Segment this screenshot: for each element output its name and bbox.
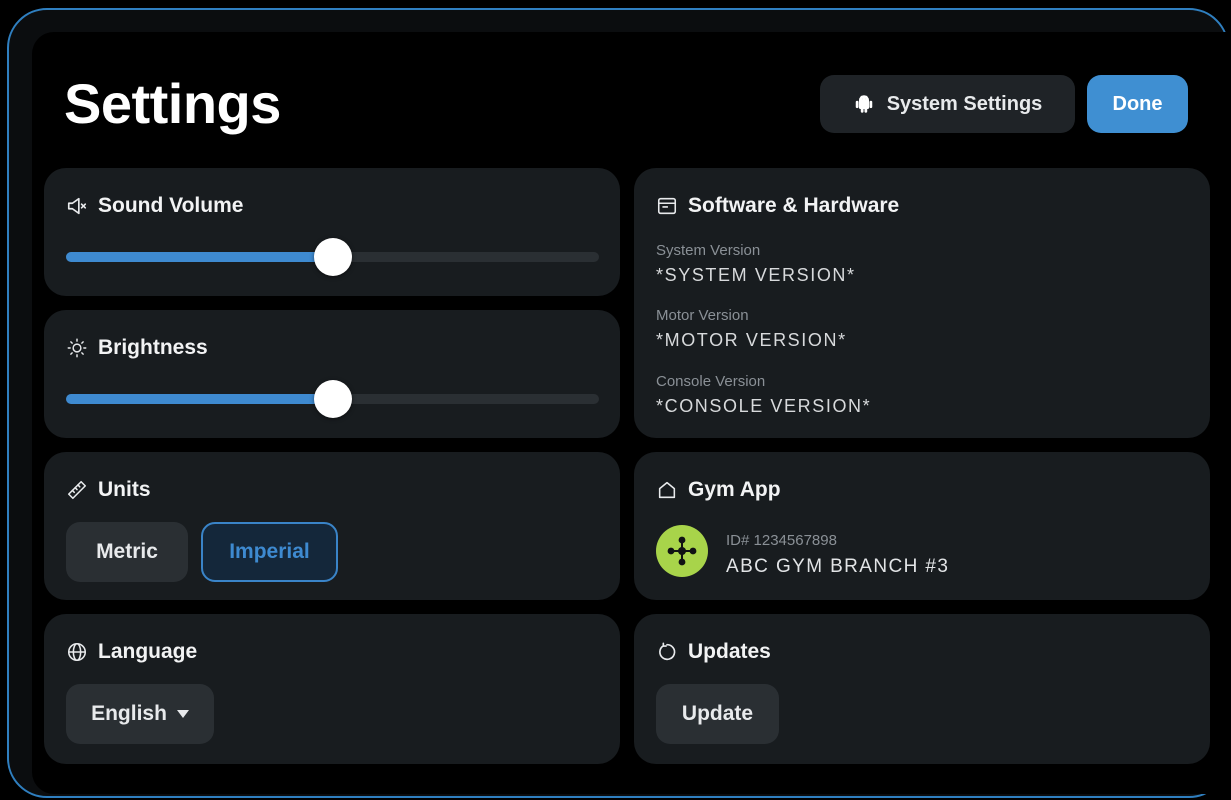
- units-card: Units Metric Imperial: [44, 452, 620, 600]
- done-button[interactable]: Done: [1087, 75, 1188, 133]
- software-hardware-label: Software & Hardware: [688, 194, 900, 217]
- sound-volume-slider[interactable]: [66, 238, 599, 276]
- home-icon: [656, 479, 678, 501]
- units-label: Units: [98, 478, 151, 501]
- gym-app-title: Gym App: [656, 478, 781, 502]
- metric-button[interactable]: Metric: [66, 522, 188, 582]
- imperial-button[interactable]: Imperial: [201, 522, 338, 582]
- system-version-block: System Version *SYSTEM VERSION*: [656, 242, 856, 286]
- language-label: Language: [98, 640, 198, 663]
- system-settings-button[interactable]: System Settings: [820, 75, 1075, 133]
- globe-icon: [66, 641, 88, 663]
- software-hardware-card: Software & Hardware System Version *SYST…: [634, 168, 1210, 438]
- language-card: Language English: [44, 614, 620, 764]
- motor-version-block: Motor Version *MOTOR VERSION*: [656, 307, 847, 351]
- updates-card: Updates Update: [634, 614, 1210, 764]
- slider-fill: [66, 252, 333, 262]
- system-version-value: *SYSTEM VERSION*: [656, 265, 856, 285]
- caret-down-icon: [176, 710, 189, 718]
- slider-thumb[interactable]: [313, 380, 352, 418]
- refresh-icon: [656, 641, 678, 663]
- language-dropdown[interactable]: English: [66, 684, 214, 744]
- console-version-value: *CONSOLE VERSION*: [656, 396, 872, 416]
- sound-volume-card: Sound Volume: [44, 168, 620, 296]
- software-hardware-title: Software & Hardware: [656, 194, 899, 218]
- console-version-label: Console Version: [656, 373, 766, 390]
- updates-label: Updates: [688, 640, 771, 663]
- gym-app-label: Gym App: [688, 478, 781, 501]
- android-icon: [853, 93, 875, 115]
- ruler-icon: [66, 479, 88, 501]
- brightness-title: Brightness: [66, 336, 208, 360]
- brightness-card: Brightness: [44, 310, 620, 438]
- speaker-muted-icon: [66, 195, 88, 217]
- page-title: Settings: [64, 72, 281, 135]
- sound-volume-title: Sound Volume: [66, 194, 243, 218]
- update-button[interactable]: Update: [656, 684, 779, 744]
- gym-logo-icon: [667, 536, 697, 566]
- brightness-label: Brightness: [98, 336, 208, 359]
- console-version-block: Console Version *CONSOLE VERSION*: [656, 373, 871, 417]
- window-icon: [656, 195, 678, 217]
- slider-fill: [66, 394, 333, 404]
- gym-name: ABC GYM BRANCH #3: [726, 556, 950, 577]
- slider-thumb[interactable]: [313, 238, 352, 276]
- gym-id: ID# 1234567898: [726, 532, 837, 549]
- gym-logo: [656, 525, 708, 577]
- sun-icon: [66, 337, 88, 359]
- motor-version-value: *MOTOR VERSION*: [656, 330, 847, 350]
- system-settings-label: System Settings: [886, 92, 1043, 115]
- brightness-slider[interactable]: [66, 380, 599, 418]
- updates-title: Updates: [656, 640, 771, 664]
- language-selected: English: [91, 702, 167, 725]
- language-title: Language: [66, 640, 197, 664]
- sound-volume-label: Sound Volume: [98, 194, 244, 217]
- gym-app-card: Gym App ID# 1234567898 ABC GYM BRANCH #3: [634, 452, 1210, 600]
- motor-version-label: Motor Version: [656, 307, 749, 324]
- system-version-label: System Version: [656, 242, 761, 259]
- units-title: Units: [66, 478, 151, 502]
